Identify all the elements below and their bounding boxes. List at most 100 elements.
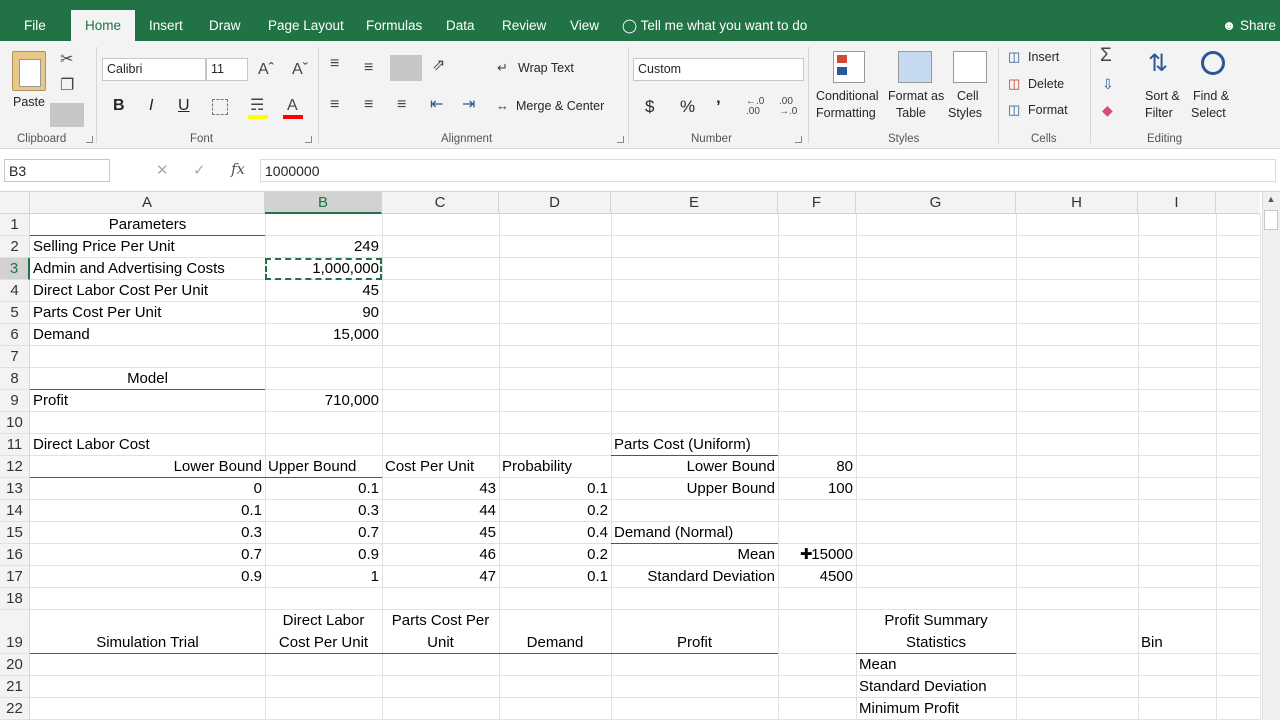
clear-icon[interactable]: ◆ [1102,101,1113,119]
vertical-scrollbar[interactable] [1262,192,1280,720]
bottom-align-icon[interactable] [390,55,422,81]
font-size-combo[interactable]: 11 [206,58,248,81]
conditional-formatting-label[interactable]: Conditional [816,89,879,103]
cell-f17[interactable]: 4500 [781,566,853,588]
row-header-22[interactable]: 22 [0,698,30,720]
cut-icon[interactable]: ✂ [60,51,73,69]
scroll-up-arrow-icon[interactable]: ▲ [1264,194,1278,208]
row-header-9[interactable]: 9 [0,390,30,412]
formula-input[interactable]: 1000000 [260,159,1276,182]
cell-a3[interactable]: Admin and Advertising Costs [33,258,262,280]
cell-a11[interactable]: Direct Labor Cost [33,434,262,456]
tab-page-layout[interactable]: Page Layout [268,0,344,41]
paste-button[interactable]: Paste [13,95,45,109]
cell-styles-icon[interactable] [953,51,987,83]
cell-f16[interactable]: 15000 [781,544,853,566]
find-select-label-2[interactable]: Select [1191,106,1226,120]
cell-styles-label[interactable]: Cell [957,89,979,103]
column-header-partial[interactable] [1216,192,1260,214]
row-header-12[interactable]: 12 [0,456,30,478]
column-header-a[interactable]: A [30,192,265,214]
format-cells-button[interactable]: Format [1028,103,1068,117]
row-header-7[interactable]: 7 [0,346,30,368]
column-header-g[interactable]: G [856,192,1016,214]
column-header-b[interactable]: B [265,192,382,214]
share-button[interactable]: ☻ Share [1222,0,1276,41]
row-header-1[interactable]: 1 [0,214,30,236]
decrease-indent-icon[interactable]: ⇤ [430,96,443,114]
clipboard-launcher-icon[interactable] [86,136,93,143]
cell-e19[interactable]: Profit [614,632,775,654]
cell-b19a[interactable]: Direct Labor [268,610,379,632]
borders-icon[interactable] [212,99,228,115]
decrease-font-icon[interactable]: Aˇ [292,61,308,79]
format-as-table-label-2[interactable]: Table [896,106,926,120]
row-header-10[interactable]: 10 [0,412,30,434]
currency-button[interactable]: $ [645,97,654,117]
cell-a4[interactable]: Direct Labor Cost Per Unit [33,280,262,302]
increase-font-icon[interactable]: Aˆ [258,61,274,79]
cell-a2[interactable]: Selling Price Per Unit [33,236,262,258]
tab-view[interactable]: View [570,0,599,41]
decrease-decimal-icon[interactable]: .00 →.0 [779,97,797,117]
row-header-3[interactable]: 3 [0,258,30,280]
cell-d17[interactable]: 0.1 [502,566,608,588]
conditional-formatting-label-2[interactable]: Formatting [816,106,876,120]
row-header-19[interactable]: 19 [0,610,30,654]
cell-d13[interactable]: 0.1 [502,478,608,500]
cell-d14[interactable]: 0.2 [502,500,608,522]
align-center-icon[interactable]: ≡ [364,96,373,114]
column-header-h[interactable]: H [1016,192,1138,214]
cell-c13[interactable]: 43 [385,478,496,500]
cell-e13[interactable]: Upper Bound [614,478,775,500]
column-header-d[interactable]: D [499,192,611,214]
font-color-icon[interactable]: A [287,97,298,115]
cell-c15[interactable]: 45 [385,522,496,544]
format-as-table-icon[interactable] [898,51,932,83]
cell-b19b[interactable]: Cost Per Unit [268,632,379,654]
cell-d19[interactable]: Demand [502,632,608,654]
cell-a19[interactable]: Simulation Trial [33,632,262,654]
tab-data[interactable]: Data [446,0,475,41]
selected-cell-b3[interactable] [265,258,382,280]
column-header-f[interactable]: F [778,192,856,214]
conditional-formatting-icon[interactable] [833,51,865,83]
cell-c17[interactable]: 47 [385,566,496,588]
row-header-21[interactable]: 21 [0,676,30,698]
cell-c19a[interactable]: Parts Cost Per [385,610,496,632]
autosum-icon[interactable]: Σ [1100,46,1112,65]
cell-a17[interactable]: 0.9 [33,566,262,588]
cell-g20[interactable]: Mean [859,654,1013,676]
cell-c12[interactable]: Cost Per Unit [385,456,496,478]
cell-b6[interactable]: 15,000 [268,324,379,346]
column-header-i[interactable]: I [1138,192,1216,214]
cell-b9[interactable]: 710,000 [268,390,379,412]
number-format-combo[interactable]: Custom [633,58,804,81]
cancel-icon[interactable]: ✕ [156,161,169,179]
select-all-corner[interactable] [0,192,30,214]
cell-b2[interactable]: 249 [268,236,379,258]
cell-b5[interactable]: 90 [268,302,379,324]
format-as-table-label[interactable]: Format as [888,89,944,103]
font-launcher-icon[interactable] [305,136,312,143]
sort-filter-label[interactable]: Sort & [1145,89,1180,103]
align-left-icon[interactable]: ≡ [330,96,339,114]
cell-a15[interactable]: 0.3 [33,522,262,544]
cell-d16[interactable]: 0.2 [502,544,608,566]
fill-color-icon[interactable]: ☴ [250,97,264,115]
format-painter-icon[interactable] [50,103,84,127]
enter-icon[interactable]: ✓ [193,161,206,179]
row-header-16[interactable]: 16 [0,544,30,566]
cell-a12[interactable]: Lower Bound [33,456,262,478]
cell-b14[interactable]: 0.3 [268,500,379,522]
cell-e17[interactable]: Standard Deviation [614,566,775,588]
cell-c16[interactable]: 46 [385,544,496,566]
cell-b12[interactable]: Upper Bound [268,456,379,478]
cell-c19b[interactable]: Unit [385,632,496,654]
row-header-5[interactable]: 5 [0,302,30,324]
cell-e11[interactable]: Parts Cost (Uniform) [614,434,775,456]
cell-a16[interactable]: 0.7 [33,544,262,566]
italic-button[interactable]: I [149,97,153,115]
column-header-e[interactable]: E [611,192,778,214]
cell-b13[interactable]: 0.1 [268,478,379,500]
